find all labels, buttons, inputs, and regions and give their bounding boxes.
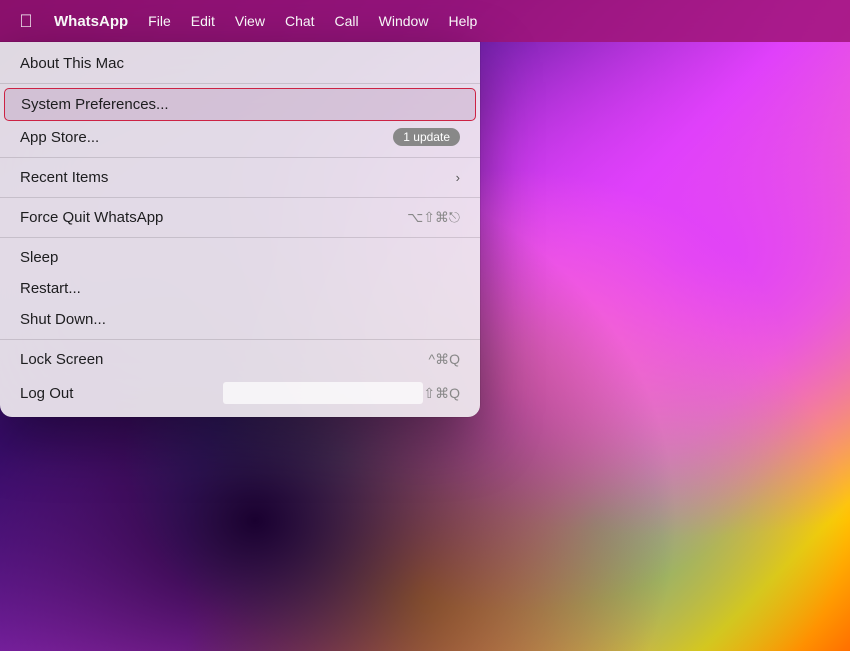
- menubar-item-chat[interactable]: Chat: [275, 0, 325, 42]
- lock-screen-shortcut: ^⌘Q: [429, 351, 460, 368]
- menu-separator-1: [0, 83, 480, 84]
- force-quit-shortcut: ⌥⇧⌘⎋: [407, 209, 460, 226]
- menu-item-shut-down[interactable]: Shut Down...: [0, 304, 480, 335]
- chevron-right-icon: ›: [456, 170, 460, 185]
- menubar-item-help[interactable]: Help: [438, 0, 487, 42]
- menu-item-system-preferences[interactable]: System Preferences...: [4, 88, 476, 121]
- menu-item-recent-items[interactable]: Recent Items ›: [0, 162, 480, 193]
- menu-item-force-quit[interactable]: Force Quit WhatsApp ⌥⇧⌘⎋: [0, 202, 480, 233]
- menu-separator-4: [0, 237, 480, 238]
- menu-separator-2: [0, 157, 480, 158]
- menu-separator-3: [0, 197, 480, 198]
- menu-item-app-store[interactable]: App Store... 1 update: [0, 121, 480, 153]
- menubar:  WhatsApp File Edit View Chat Call Wind…: [0, 0, 850, 42]
- menu-item-log-out[interactable]: Log Out ⇧⌘Q: [0, 375, 480, 411]
- log-out-shortcut: ⇧⌘Q: [423, 385, 460, 402]
- apple-dropdown-menu: About This Mac System Preferences... App…: [0, 42, 480, 417]
- menu-item-sleep[interactable]: Sleep: [0, 242, 480, 273]
- apple-menu-button[interactable]: : [8, 0, 44, 42]
- menu-item-about-this-mac[interactable]: About This Mac: [0, 48, 480, 79]
- update-badge: 1 update: [393, 128, 460, 146]
- menubar-item-whatsapp[interactable]: WhatsApp: [44, 0, 138, 42]
- menubar-item-view[interactable]: View: [225, 0, 275, 42]
- menubar-items: WhatsApp File Edit View Chat Call Window…: [44, 0, 487, 42]
- log-out-username-redacted: [223, 382, 423, 404]
- menubar-item-window[interactable]: Window: [369, 0, 439, 42]
- menubar-item-call[interactable]: Call: [325, 0, 369, 42]
- menubar-item-edit[interactable]: Edit: [181, 0, 225, 42]
- menubar-item-file[interactable]: File: [138, 0, 181, 42]
- menu-item-restart[interactable]: Restart...: [0, 273, 480, 304]
- menu-separator-5: [0, 339, 480, 340]
- menu-item-lock-screen[interactable]: Lock Screen ^⌘Q: [0, 344, 480, 375]
